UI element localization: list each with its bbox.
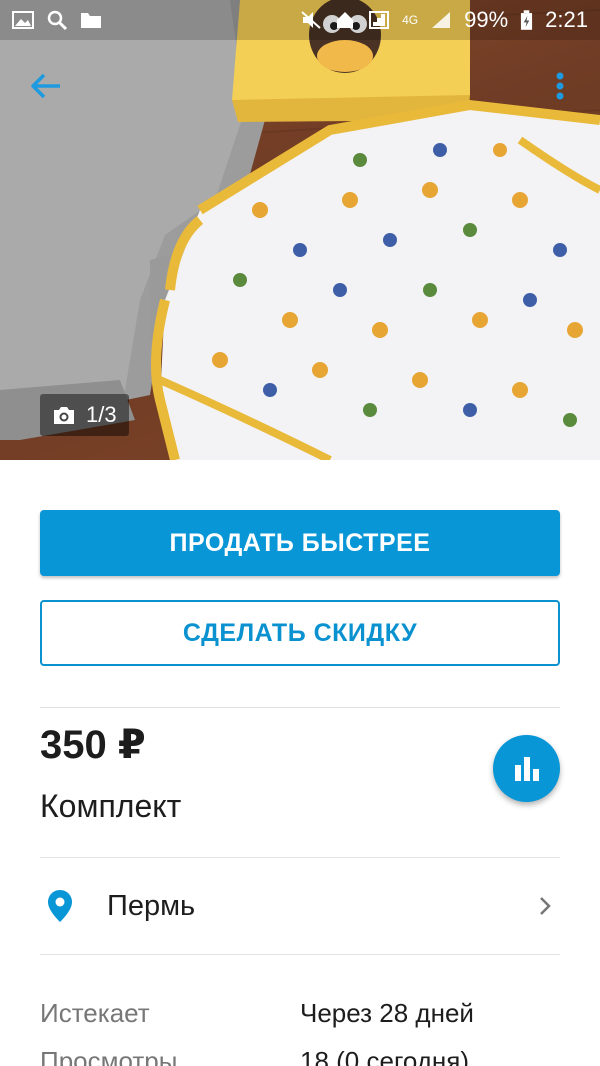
divider: [40, 954, 560, 955]
battery-percent: 99%: [464, 7, 509, 32]
expires-label: Истекает: [40, 998, 150, 1028]
photo-counter-text: 1/3: [86, 402, 117, 427]
listing-title: Комплект: [40, 788, 182, 824]
location-row[interactable]: Пермь: [40, 858, 560, 954]
status-bar-right: 4G 99% 2:21: [300, 7, 588, 33]
photo-counter: 1/3: [40, 394, 129, 436]
sell-faster-button[interactable]: ПРОДАТЬ БЫСТРЕЕ: [40, 510, 560, 576]
make-discount-button[interactable]: СДЕЛАТЬ СКИДКУ: [40, 600, 560, 666]
chevron-right-icon: [530, 895, 560, 917]
gallery-icon: [12, 11, 34, 29]
expires-row: Истекает Через 28 дней: [40, 998, 560, 1038]
signal-icon: [432, 12, 451, 28]
views-label: Просмотры: [40, 1046, 178, 1066]
location-text: Пермь: [107, 889, 196, 922]
views-row: Просмотры 18 (0 сегодня): [40, 1046, 560, 1066]
listing-photo[interactable]: 4G 99% 2:21 1/3: [0, 0, 600, 460]
back-arrow-icon: [31, 73, 60, 99]
status-bar-left: [12, 10, 102, 30]
listing-price: 350 ₽: [40, 723, 146, 767]
views-value: 18 (0 сегодня): [300, 1046, 470, 1066]
camera-icon: [54, 407, 74, 424]
mute-icon: [301, 11, 321, 29]
location-pin-icon: [40, 889, 80, 923]
back-button[interactable]: [22, 64, 70, 108]
more-vert-icon: [556, 72, 564, 100]
expires-value: Через 28 дней: [300, 998, 474, 1028]
bar-chart-icon: [514, 756, 539, 781]
search-icon: [47, 10, 68, 30]
clock: 2:21: [545, 7, 588, 32]
home-icon: [337, 12, 354, 28]
statistics-button[interactable]: [493, 735, 560, 802]
sim-icon: [369, 11, 390, 29]
photo-scene: [0, 0, 600, 460]
battery-icon: [521, 9, 533, 30]
divider: [40, 707, 560, 708]
status-bar: 4G 99% 2:21: [0, 0, 600, 40]
network-type: 4G: [402, 13, 419, 27]
folder-icon: [81, 13, 101, 28]
more-options-button[interactable]: [540, 62, 580, 110]
